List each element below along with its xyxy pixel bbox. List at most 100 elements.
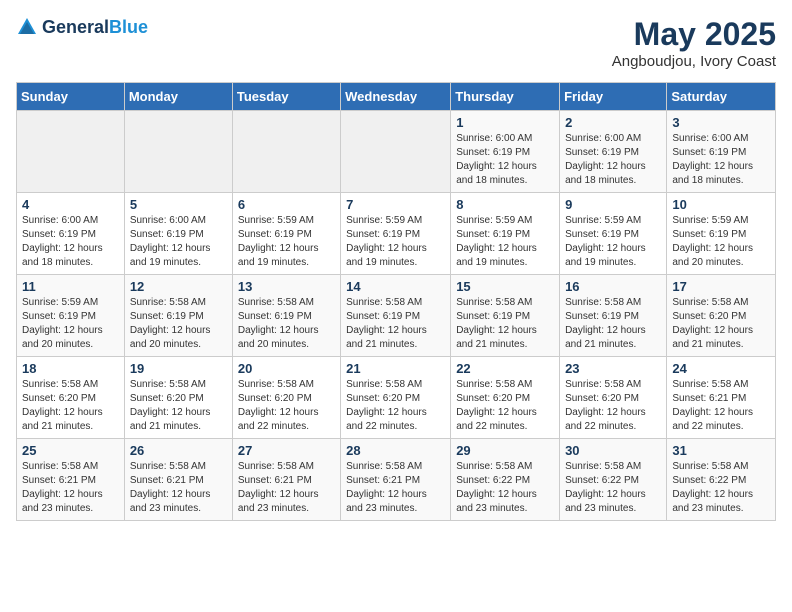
table-row: 10Sunrise: 5:59 AM Sunset: 6:19 PM Dayli…	[667, 193, 776, 275]
day-info: Sunrise: 5:58 AM Sunset: 6:21 PM Dayligh…	[238, 460, 335, 516]
table-row	[124, 111, 232, 193]
day-info: Sunrise: 5:58 AM Sunset: 6:19 PM Dayligh…	[456, 296, 554, 352]
day-info: Sunrise: 5:59 AM Sunset: 6:19 PM Dayligh…	[565, 214, 661, 270]
day-number: 10	[672, 197, 770, 212]
weekday-header-wednesday: Wednesday	[341, 83, 451, 111]
calendar-week-2: 4Sunrise: 6:00 AM Sunset: 6:19 PM Daylig…	[17, 193, 776, 275]
day-info: Sunrise: 5:59 AM Sunset: 6:19 PM Dayligh…	[22, 296, 119, 352]
table-row: 8Sunrise: 5:59 AM Sunset: 6:19 PM Daylig…	[451, 193, 560, 275]
day-number: 29	[456, 443, 554, 458]
table-row: 3Sunrise: 6:00 AM Sunset: 6:19 PM Daylig…	[667, 111, 776, 193]
table-row: 5 Sunrise: 6:00 AM Sunset: 6:19 PM Daylig…	[124, 193, 232, 275]
table-row: 29Sunrise: 5:58 AM Sunset: 6:22 PM Dayli…	[451, 439, 560, 521]
month-year-title: May 2025	[612, 16, 776, 53]
day-info: Sunrise: 5:58 AM Sunset: 6:20 PM Dayligh…	[346, 378, 445, 434]
day-number: 27	[238, 443, 335, 458]
table-row: 1Sunrise: 6:00 AM Sunset: 6:19 PM Daylig…	[451, 111, 560, 193]
weekday-header-monday: Monday	[124, 83, 232, 111]
day-number: 24	[672, 361, 770, 376]
day-number: 30	[565, 443, 661, 458]
day-number: 18	[22, 361, 119, 376]
day-info: Sunrise: 5:58 AM Sunset: 6:21 PM Dayligh…	[22, 460, 119, 516]
day-info: Sunrise: 6:00 AM Sunset: 6:19 PM Dayligh…	[22, 214, 119, 270]
day-info: Sunrise: 5:58 AM Sunset: 6:21 PM Dayligh…	[672, 378, 770, 434]
table-row: 19Sunrise: 5:58 AM Sunset: 6:20 PM Dayli…	[124, 357, 232, 439]
table-row: 21 Sunrise: 5:58 AM Sunset: 6:20 PM Dayli…	[341, 357, 451, 439]
logo-general: General	[42, 18, 109, 36]
day-info: Sunrise: 5:58 AM Sunset: 6:20 PM Dayligh…	[238, 378, 335, 434]
day-info: Sunrise: 5:58 AM Sunset: 6:20 PM Dayligh…	[456, 378, 554, 434]
table-row: 27 Sunrise: 5:58 AM Sunset: 6:21 PM Dayli…	[232, 439, 340, 521]
day-number: 23	[565, 361, 661, 376]
calendar-week-3: 11 Sunrise: 5:59 AM Sunset: 6:19 PM Dayli…	[17, 275, 776, 357]
day-number: 28	[346, 443, 445, 458]
table-row: 11 Sunrise: 5:59 AM Sunset: 6:19 PM Dayli…	[17, 275, 125, 357]
logo: General Blue	[16, 16, 148, 38]
weekday-header-saturday: Saturday	[667, 83, 776, 111]
calendar-header: SundayMondayTuesdayWednesdayThursdayFrid…	[17, 83, 776, 111]
day-info: Sunrise: 5:58 AM Sunset: 6:19 PM Dayligh…	[346, 296, 445, 352]
page-header: General Blue May 2025 Angboudjou, Ivory …	[16, 16, 776, 70]
table-row: 15 Sunrise: 5:58 AM Sunset: 6:19 PM Dayli…	[451, 275, 560, 357]
table-row: 7Sunrise: 5:59 AM Sunset: 6:19 PM Daylig…	[341, 193, 451, 275]
day-number: 19	[130, 361, 227, 376]
day-number: 1	[456, 115, 554, 130]
table-row: 18 Sunrise: 5:58 AM Sunset: 6:20 PM Dayli…	[17, 357, 125, 439]
day-info: Sunrise: 5:58 AM Sunset: 6:19 PM Dayligh…	[238, 296, 335, 352]
table-row: 4Sunrise: 6:00 AM Sunset: 6:19 PM Daylig…	[17, 193, 125, 275]
calendar-table: SundayMondayTuesdayWednesdayThursdayFrid…	[16, 82, 776, 521]
day-info: Sunrise: 5:58 AM Sunset: 6:19 PM Dayligh…	[565, 296, 661, 352]
table-row	[232, 111, 340, 193]
day-info: Sunrise: 6:00 AM Sunset: 6:19 PM Dayligh…	[130, 214, 227, 270]
day-info: Sunrise: 6:00 AM Sunset: 6:19 PM Dayligh…	[565, 132, 661, 188]
day-number: 5	[130, 197, 227, 212]
table-row: 13Sunrise: 5:58 AM Sunset: 6:19 PM Dayli…	[232, 275, 340, 357]
location-subtitle: Angboudjou, Ivory Coast	[612, 53, 776, 70]
calendar-week-5: 25Sunrise: 5:58 AM Sunset: 6:21 PM Dayli…	[17, 439, 776, 521]
logo-icon	[16, 16, 38, 38]
logo-blue: Blue	[109, 18, 148, 36]
day-number: 14	[346, 279, 445, 294]
day-number: 6	[238, 197, 335, 212]
day-number: 21	[346, 361, 445, 376]
table-row: 6 Sunrise: 5:59 AM Sunset: 6:19 PM Daylig…	[232, 193, 340, 275]
table-row	[341, 111, 451, 193]
table-row: 2Sunrise: 6:00 AM Sunset: 6:19 PM Daylig…	[560, 111, 667, 193]
table-row: 14 Sunrise: 5:58 AM Sunset: 6:19 PM Dayli…	[341, 275, 451, 357]
day-number: 11	[22, 279, 119, 294]
day-number: 15	[456, 279, 554, 294]
title-block: May 2025 Angboudjou, Ivory Coast	[612, 16, 776, 70]
table-row: 30 Sunrise: 5:58 AM Sunset: 6:22 PM Dayli…	[560, 439, 667, 521]
day-number: 8	[456, 197, 554, 212]
weekday-header-row: SundayMondayTuesdayWednesdayThursdayFrid…	[17, 83, 776, 111]
table-row: 22 Sunrise: 5:58 AM Sunset: 6:20 PM Dayli…	[451, 357, 560, 439]
table-row	[17, 111, 125, 193]
day-info: Sunrise: 5:59 AM Sunset: 6:19 PM Dayligh…	[346, 214, 445, 270]
table-row: 31Sunrise: 5:58 AM Sunset: 6:22 PM Dayli…	[667, 439, 776, 521]
weekday-header-thursday: Thursday	[451, 83, 560, 111]
day-number: 17	[672, 279, 770, 294]
table-row: 9Sunrise: 5:59 AM Sunset: 6:19 PM Daylig…	[560, 193, 667, 275]
calendar-body: 1 Sunrise: 6:00 AM Sunset: 6:19 PM Daylig…	[17, 111, 776, 521]
day-info: Sunrise: 5:58 AM Sunset: 6:22 PM Dayligh…	[672, 460, 770, 516]
calendar-week-1: 1 Sunrise: 6:00 AM Sunset: 6:19 PM Daylig…	[17, 111, 776, 193]
day-info: Sunrise: 6:00 AM Sunset: 6:19 PM Dayligh…	[672, 132, 770, 188]
day-number: 16	[565, 279, 661, 294]
day-info: Sunrise: 5:58 AM Sunset: 6:20 PM Dayligh…	[565, 378, 661, 434]
day-info: Sunrise: 5:58 AM Sunset: 6:20 PM Dayligh…	[22, 378, 119, 434]
day-info: Sunrise: 5:58 AM Sunset: 6:22 PM Dayligh…	[565, 460, 661, 516]
table-row: 24 Sunrise: 5:58 AM Sunset: 6:21 PM Dayli…	[667, 357, 776, 439]
table-row: 12Sunrise: 5:58 AM Sunset: 6:19 PM Dayli…	[124, 275, 232, 357]
day-number: 20	[238, 361, 335, 376]
table-row: 16 Sunrise: 5:58 AM Sunset: 6:19 PM Dayli…	[560, 275, 667, 357]
day-number: 22	[456, 361, 554, 376]
weekday-header-tuesday: Tuesday	[232, 83, 340, 111]
table-row: 23 Sunrise: 5:58 AM Sunset: 6:20 PM Dayli…	[560, 357, 667, 439]
table-row: 28Sunrise: 5:58 AM Sunset: 6:21 PM Dayli…	[341, 439, 451, 521]
day-info: Sunrise: 5:58 AM Sunset: 6:19 PM Dayligh…	[130, 296, 227, 352]
table-row: 17Sunrise: 5:58 AM Sunset: 6:20 PM Dayli…	[667, 275, 776, 357]
day-info: Sunrise: 5:59 AM Sunset: 6:19 PM Dayligh…	[238, 214, 335, 270]
table-row: 20 Sunrise: 5:58 AM Sunset: 6:20 PM Dayli…	[232, 357, 340, 439]
day-number: 26	[130, 443, 227, 458]
calendar-week-4: 18 Sunrise: 5:58 AM Sunset: 6:20 PM Dayli…	[17, 357, 776, 439]
